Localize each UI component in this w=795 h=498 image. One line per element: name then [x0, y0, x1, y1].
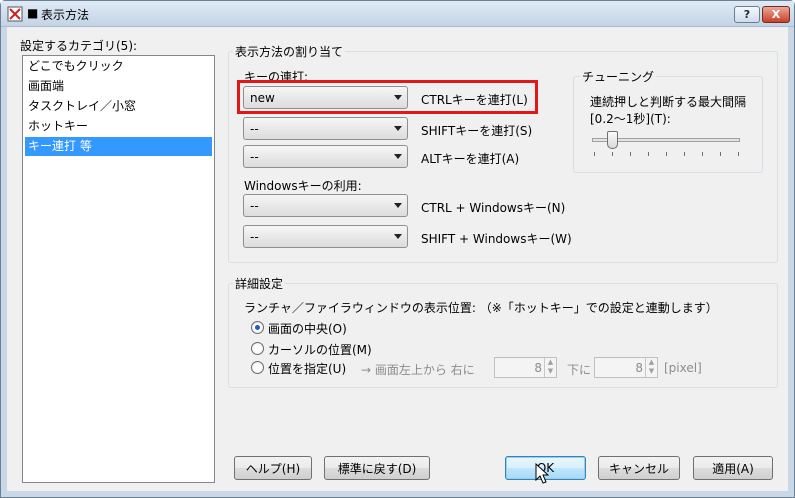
slider-tick	[594, 152, 595, 156]
title-square: ■	[27, 6, 39, 20]
cursor-radio-label[interactable]: カーソルの位置(M)	[268, 341, 372, 358]
spinner-arrows-icon[interactable]: ▲ ▼	[645, 358, 657, 377]
alt-repeat-label: ALTキーを連打(A)	[421, 152, 520, 166]
category-item[interactable]: どこでもクリック	[25, 57, 212, 76]
center-radio-label[interactable]: 画面の中央(O)	[268, 320, 347, 337]
mouse-pointer-icon	[535, 463, 549, 484]
shift-win-label: SHIFT + Windowsキー(W)	[421, 232, 572, 246]
category-item[interactable]: タスクトレイ／小窓	[25, 97, 212, 116]
category-item[interactable]: ホットキー	[25, 117, 212, 136]
shift-repeat-combo[interactable]: --	[243, 117, 408, 140]
position-text: → 画面左上から 右に	[361, 363, 475, 377]
category-item[interactable]: 画面端	[25, 77, 212, 96]
close-button[interactable]: X	[762, 6, 790, 23]
alt-repeat-combo[interactable]: --	[243, 145, 408, 168]
category-label: 設定するカテゴリ(5):	[20, 39, 138, 53]
slider-tick	[666, 152, 667, 156]
spinner-arrows-icon[interactable]: ▲ ▼	[544, 358, 556, 377]
highlight-box	[237, 80, 538, 114]
position-description: ランチャ／ファイラウィンドウの表示位置: （※「ホットキー」での設定と連動します…	[244, 301, 718, 315]
category-item-selected[interactable]: キー連打 等	[25, 137, 212, 156]
ctrl-win-combo[interactable]: --	[243, 194, 408, 217]
slider-tick	[738, 152, 739, 156]
cancel-button[interactable]: キャンセル	[598, 456, 680, 480]
right-offset-spinner[interactable]: 8 ▲ ▼	[494, 357, 557, 378]
cursor-radio[interactable]	[251, 342, 264, 355]
apply-button[interactable]: 適用(A)	[693, 456, 773, 480]
category-list[interactable]: どこでもクリック 画面端 タスクトレイ／小窓 ホットキー キー連打 等	[22, 55, 215, 483]
tuning-title: チューニング	[580, 68, 657, 85]
slider-tick	[702, 152, 703, 156]
app-icon	[7, 6, 23, 22]
chevron-down-icon	[394, 154, 402, 159]
specify-radio-label[interactable]: 位置を指定(U)	[268, 360, 346, 377]
specify-radio[interactable]	[251, 361, 264, 374]
tuning-label-line2: [0.2～1秒](T):	[590, 112, 671, 126]
down-label: 下に	[567, 363, 592, 377]
slider-tick	[630, 152, 631, 156]
interval-slider-thumb[interactable]	[607, 131, 618, 149]
shift-repeat-label: SHIFTキーを連打(S)	[421, 124, 533, 138]
reset-defaults-button[interactable]: 標準に戻す(D)	[324, 456, 430, 480]
title-bar: ■ 表示方法 ? X	[1, 1, 794, 27]
windows-key-label: Windowsキーの利用:	[244, 179, 362, 193]
chevron-down-icon	[394, 126, 402, 131]
help-title-button[interactable]: ?	[734, 6, 760, 23]
center-radio[interactable]	[251, 321, 264, 334]
down-offset-spinner[interactable]: 8 ▲ ▼	[594, 357, 658, 378]
display-group-title: 表示方法の割り当て	[233, 43, 346, 60]
slider-tick	[612, 152, 613, 156]
chevron-down-icon	[394, 234, 402, 239]
ctrl-win-label: CTRL + Windowsキー(N)	[421, 201, 566, 215]
chevron-down-icon	[394, 203, 402, 208]
help-button[interactable]: ヘルプ(H)	[234, 456, 312, 480]
window-title: 表示方法	[41, 8, 90, 22]
pixel-unit-label: [pixel]	[664, 361, 702, 375]
tuning-label-line1: 連続押しと判断する最大間隔	[590, 95, 747, 109]
shift-win-combo[interactable]: --	[243, 225, 408, 248]
slider-tick	[684, 152, 685, 156]
detail-title: 詳細設定	[233, 275, 286, 292]
slider-tick	[648, 152, 649, 156]
slider-tick	[720, 152, 721, 156]
